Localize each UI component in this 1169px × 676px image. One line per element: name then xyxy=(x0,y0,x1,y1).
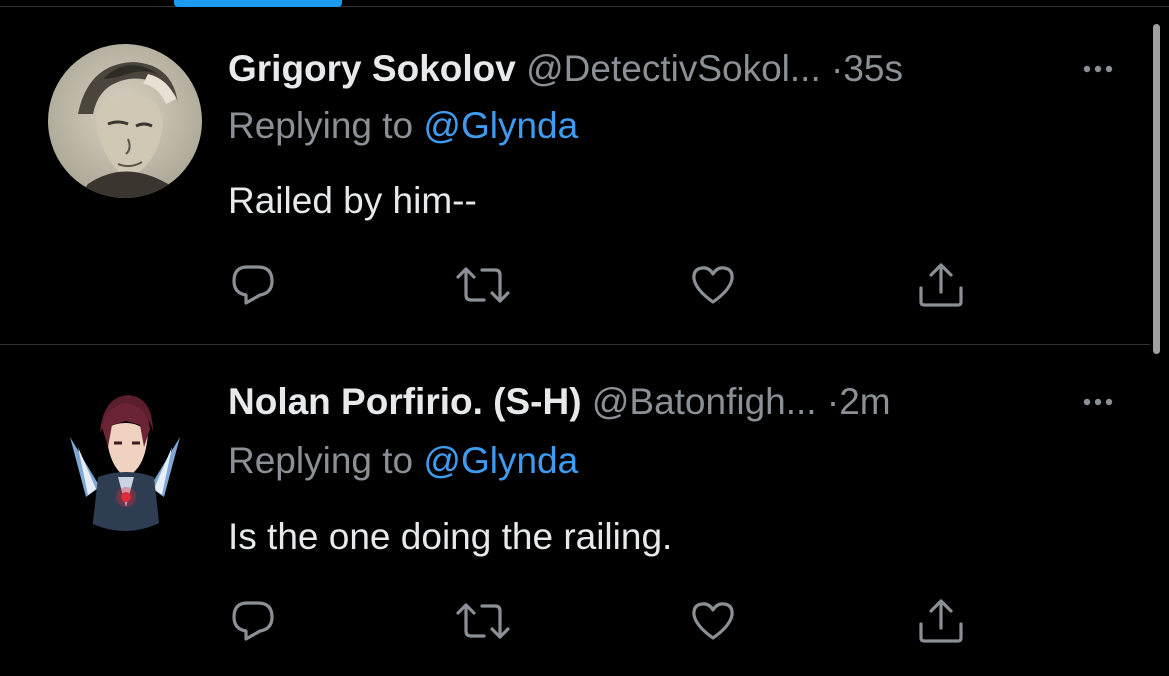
avatar[interactable] xyxy=(48,44,202,198)
replying-to-label: Replying to xyxy=(228,440,424,481)
retweet-icon xyxy=(456,603,510,639)
more-dots-icon xyxy=(1083,65,1113,73)
more-options-button[interactable] xyxy=(1076,378,1120,426)
replying-to: Replying to @Glynda xyxy=(228,102,578,150)
display-name[interactable]: Grigory Sokolov xyxy=(228,48,516,89)
tweet-actions xyxy=(0,255,1150,315)
separator-dot: · xyxy=(826,381,840,422)
tweet-text: Is the one doing the railing. xyxy=(228,516,673,557)
timestamp[interactable]: 35s xyxy=(843,48,903,89)
share-button[interactable] xyxy=(911,255,971,315)
heart-icon xyxy=(692,602,734,640)
more-dots-icon xyxy=(1083,398,1113,406)
tweet-header: Nolan Porfirio. (S-H) @Batonfigh... ·2m xyxy=(228,378,891,426)
tweet[interactable]: Nolan Porfirio. (S-H) @Batonfigh... ·2m … xyxy=(0,345,1150,676)
reply-icon xyxy=(232,265,274,305)
more-options-button[interactable] xyxy=(1076,45,1120,93)
replying-to-label: Replying to xyxy=(228,105,424,146)
tweet-header: Grigory Sokolov @DetectivSokol... ·35s xyxy=(228,45,903,93)
timestamp[interactable]: 2m xyxy=(839,381,890,422)
mention-link[interactable]: @Glynda xyxy=(423,440,578,481)
username-handle[interactable]: @DetectivSokol... xyxy=(526,48,821,89)
tweet[interactable]: Grigory Sokolov @DetectivSokol... ·35s R… xyxy=(0,7,1150,345)
separator-dot: · xyxy=(831,48,844,89)
tweet-text: Railed by him-- xyxy=(228,180,477,221)
heart-icon xyxy=(692,266,734,304)
share-icon xyxy=(919,599,963,643)
like-button[interactable] xyxy=(683,591,743,651)
reply-icon xyxy=(232,601,274,641)
avatar-sketch-man-icon xyxy=(48,44,202,198)
share-button[interactable] xyxy=(911,591,971,651)
replying-to: Replying to @Glynda xyxy=(228,437,578,485)
tweet-actions xyxy=(0,591,1150,651)
reply-button[interactable] xyxy=(223,255,283,315)
share-icon xyxy=(919,263,963,307)
active-tab-indicator xyxy=(174,0,342,7)
display-name[interactable]: Nolan Porfirio. (S-H) xyxy=(228,381,582,422)
retweet-button[interactable] xyxy=(453,591,513,651)
scrollbar[interactable] xyxy=(1153,24,1160,354)
like-button[interactable] xyxy=(683,255,743,315)
avatar-anime-character-icon xyxy=(48,377,202,531)
retweet-icon xyxy=(456,267,510,303)
reply-button[interactable] xyxy=(223,591,283,651)
retweet-button[interactable] xyxy=(453,255,513,315)
username-handle[interactable]: @Batonfigh... xyxy=(592,381,817,422)
avatar[interactable] xyxy=(48,377,202,531)
mention-link[interactable]: @Glynda xyxy=(423,105,578,146)
